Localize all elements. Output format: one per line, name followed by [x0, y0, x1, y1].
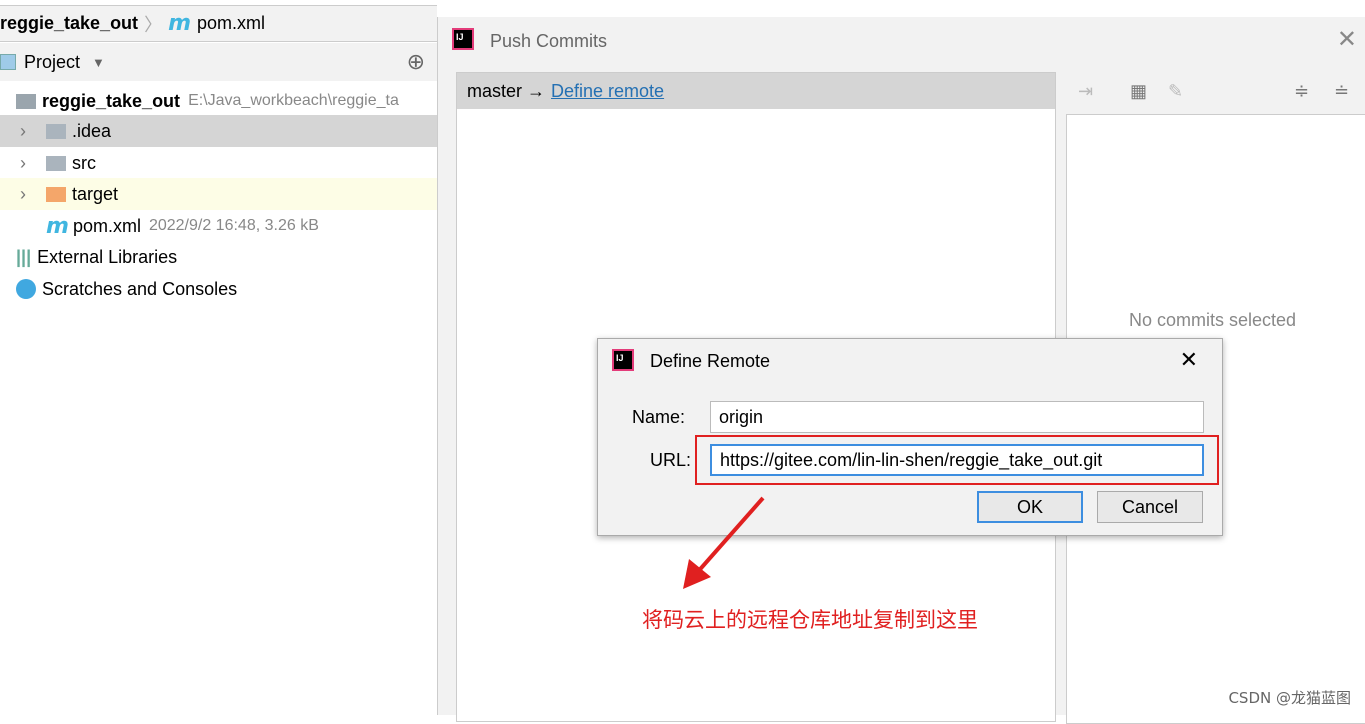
locate-icon[interactable]: ⊕: [407, 49, 425, 75]
annotation-text: 将码云上的远程仓库地址复制到这里: [642, 608, 978, 632]
folder-icon: [46, 186, 66, 202]
name-input[interactable]: origin: [710, 401, 1204, 433]
edit-icon[interactable]: ✎: [1168, 81, 1183, 102]
module-folder-icon: [16, 93, 36, 109]
collapse-all-icon[interactable]: ≐: [1334, 81, 1349, 102]
branch-row[interactable]: master → Define remote: [457, 73, 1055, 109]
breadcrumb-project[interactable]: reggie_take_out: [0, 13, 138, 34]
library-icon: |||: [16, 246, 32, 267]
tree-item-scratches[interactable]: Scratches and Consoles: [0, 273, 437, 305]
breadcrumb-separator: 〉: [144, 14, 163, 35]
item-label: .idea: [72, 120, 112, 141]
intellij-logo-icon: IJ: [612, 349, 634, 371]
dialog-title: Define Remote: [650, 351, 771, 371]
tree-item-idea[interactable]: › .idea: [0, 115, 437, 147]
chevron-right-icon[interactable]: ›: [12, 184, 34, 205]
item-label: src: [72, 152, 96, 173]
dialog-title: Push Commits: [490, 31, 608, 51]
watermark: CSDN @龙猫蓝图: [1228, 689, 1351, 707]
folder-icon: [46, 155, 66, 171]
chevron-right-icon[interactable]: ›: [12, 153, 34, 174]
maven-icon: m: [46, 213, 69, 239]
no-commits-text: No commits selected: [1129, 310, 1297, 330]
dropdown-icon[interactable]: ▼: [92, 55, 105, 70]
maven-icon: m: [168, 11, 191, 36]
breadcrumb-file[interactable]: pom.xml: [197, 13, 265, 34]
item-label: pom.xml: [72, 215, 141, 236]
collapse-icon[interactable]: ⇥: [1078, 81, 1093, 102]
close-icon[interactable]: ✕: [1180, 347, 1198, 373]
folder-icon: [46, 123, 66, 139]
tree-item-external-libraries[interactable]: ||| External Libraries: [0, 241, 437, 273]
branch-label: master →: [467, 80, 546, 101]
annotation-arrow: [683, 496, 765, 589]
url-label: URL:: [650, 450, 692, 470]
tree-root[interactable]: reggie_take_out E:\Java_workbeach\reggie…: [0, 85, 437, 117]
item-meta: 2022/9/2 16:48, 3.26 kB: [148, 217, 319, 234]
item-label: target: [72, 183, 119, 204]
root-name: reggie_take_out: [42, 90, 181, 111]
define-remote-link[interactable]: Define remote: [551, 81, 664, 102]
ok-button[interactable]: OK: [977, 491, 1083, 523]
expand-all-icon[interactable]: ≑: [1294, 81, 1309, 102]
root-path: E:\Java_workbeach\reggie_ta: [188, 92, 399, 109]
tree-item-pom[interactable]: m pom.xml 2022/9/2 16:48, 3.26 kB: [0, 210, 437, 242]
chevron-right-icon[interactable]: ›: [12, 121, 34, 142]
intellij-logo-icon: IJ: [452, 28, 474, 50]
annotation-highlight-box: [695, 435, 1219, 485]
project-title[interactable]: Project: [24, 52, 80, 73]
scratches-icon: [16, 279, 36, 299]
project-panel-header: Project ▼ ⊕: [0, 43, 437, 81]
close-icon[interactable]: ✕: [1337, 25, 1357, 54]
tree-item-target[interactable]: › target: [0, 178, 437, 210]
name-label: Name:: [632, 407, 686, 427]
item-label: Scratches and Consoles: [42, 278, 238, 299]
project-icon: [0, 54, 16, 70]
breadcrumb: reggie_take_out 〉 m pom.xml: [0, 5, 437, 42]
item-label: External Libraries: [37, 246, 178, 267]
cancel-button[interactable]: Cancel: [1097, 491, 1203, 523]
tree-item-src[interactable]: › src: [0, 147, 437, 179]
group-icon[interactable]: ▦: [1130, 81, 1147, 102]
